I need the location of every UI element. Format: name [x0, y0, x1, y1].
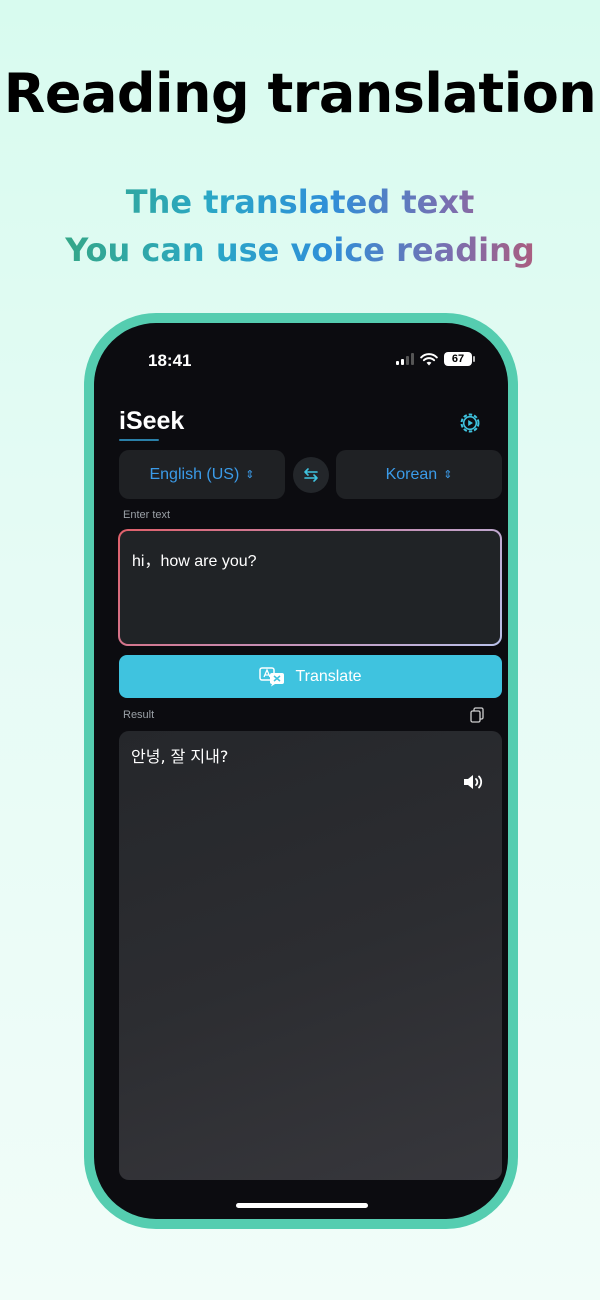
swap-icon: [304, 468, 318, 482]
text-input-field[interactable]: hi，how are you?: [118, 529, 502, 646]
subtitle-line-1: The translated text: [0, 183, 600, 221]
translate-button-label: Translate: [295, 667, 362, 685]
result-label: Result: [123, 709, 155, 721]
app-title: iSeek: [119, 407, 185, 435]
copy-icon[interactable]: [470, 707, 484, 723]
home-indicator[interactable]: [236, 1203, 368, 1208]
signal-icon: [396, 353, 414, 365]
headline: Reading translation: [3, 62, 597, 125]
speaker-icon[interactable]: [462, 772, 486, 792]
translate-button[interactable]: Translate: [119, 655, 502, 698]
result-panel: 안녕, 잘 지내?: [119, 731, 502, 1180]
chevron-updown-icon: ⇕: [443, 469, 453, 481]
input-text[interactable]: hi，how are you?: [120, 531, 500, 644]
source-language-button[interactable]: English (US) ⇕: [119, 450, 285, 499]
phone-frame: 18:41 67 iSeek English (US) ⇕ Korean ⇕ E…: [84, 313, 518, 1229]
target-language-label: Korean: [385, 465, 438, 483]
source-language-label: English (US): [149, 465, 240, 483]
phone-screen: 18:41 67 iSeek English (US) ⇕ Korean ⇕ E…: [94, 323, 508, 1219]
subtitle-line-2: You can use voice reading: [0, 231, 600, 269]
status-indicators: 67: [396, 352, 475, 366]
title-underline: [119, 439, 159, 441]
wifi-icon: [420, 352, 438, 365]
result-text: 안녕, 잘 지내?: [131, 747, 229, 766]
chevron-updown-icon: ⇕: [245, 469, 255, 481]
gear-icon[interactable]: [458, 411, 482, 435]
target-language-button[interactable]: Korean ⇕: [336, 450, 502, 499]
swap-languages-button[interactable]: [293, 457, 329, 493]
input-label: Enter text: [123, 509, 171, 521]
status-time: 18:41: [148, 351, 192, 370]
battery-icon: 67: [444, 352, 475, 366]
translate-icon: [259, 666, 285, 686]
